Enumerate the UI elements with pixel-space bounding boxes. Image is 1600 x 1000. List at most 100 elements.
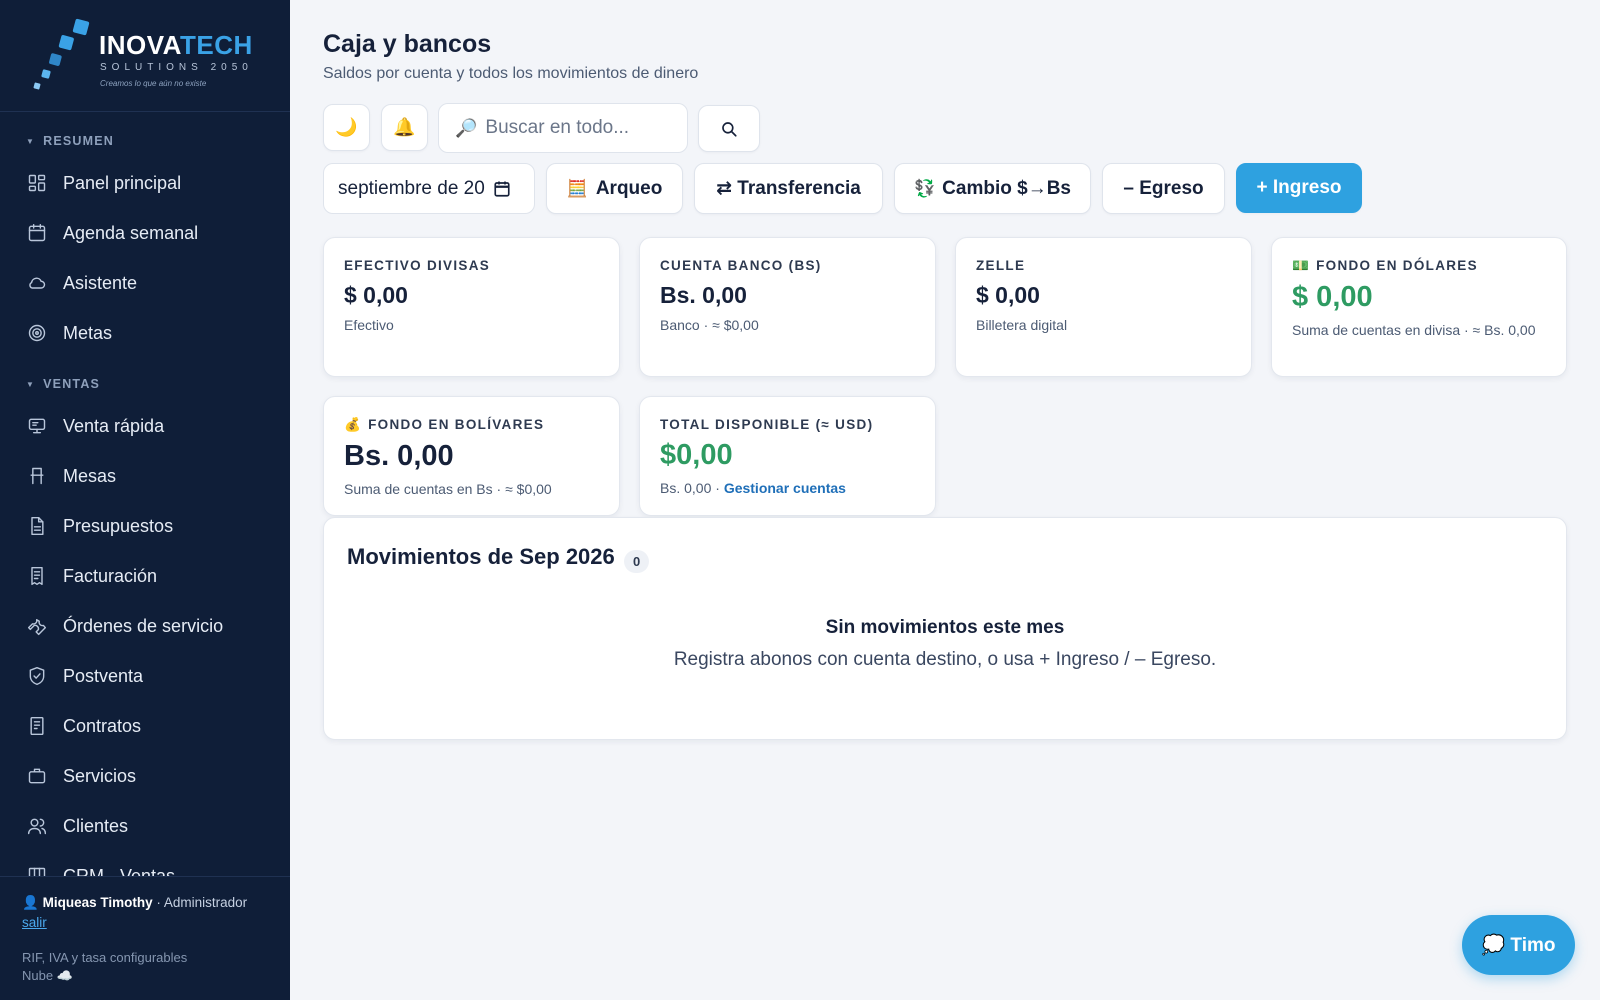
brand-tagline: Creamos lo que aún no existe (100, 79, 207, 88)
calendar-icon[interactable] (493, 180, 511, 198)
user-name: Miqueas Timothy (42, 895, 153, 910)
manage-accounts-link[interactable]: Gestionar cuentas (724, 480, 846, 496)
main-content: Caja y bancos Saldos por cuenta y todos … (290, 0, 1600, 1000)
sidebar-item-label: Servicios (63, 765, 137, 786)
sidebar-item-mesas[interactable]: Mesas (16, 455, 274, 497)
cloud-icon (26, 272, 48, 294)
caret-down-icon: ▼ (26, 137, 36, 146)
caret-down-icon: ▼ (26, 380, 36, 389)
receipt-icon (26, 565, 48, 587)
sidebar-item-label: Postventa (63, 665, 144, 686)
empty-state-title: Sin movimientos este mes (825, 617, 1065, 638)
card-label: TOTAL DISPONIBLE (≈ USD) (660, 417, 874, 432)
sidebar-item-presupuestos[interactable]: Presupuestos (16, 505, 274, 547)
sidebar-item-label: Clientes (63, 815, 129, 836)
cloud-status: Nube ☁️ (22, 968, 73, 983)
sidebar-item-panel-principal[interactable]: Panel principal (16, 162, 274, 204)
sidebar-item-label: Agenda semanal (63, 222, 199, 243)
card-label: CUENTA BANCO (BS) (660, 258, 822, 273)
sidebar: INOVATECH SOLUTIONS 2050 Creamos lo que … (0, 0, 290, 1000)
sidebar-item-ordenes-servicio[interactable]: Órdenes de servicio (16, 605, 274, 647)
card-label: 💰 FONDO EN BOLÍVARES (344, 417, 545, 432)
money-bag-icon: 💰 (344, 417, 363, 432)
ingreso-button[interactable]: + Ingreso (1236, 163, 1362, 213)
briefcase-icon (26, 765, 48, 787)
transfer-button[interactable]: ⇄ Transferencia (694, 163, 883, 214)
account-card-banco[interactable]: CUENTA BANCO (BS) Bs. 0,00 Banco · ≈ $0,… (639, 237, 936, 377)
card-label: 💵 FONDO EN DÓLARES (1292, 258, 1478, 273)
document-icon (26, 515, 48, 537)
sidebar-item-clientes[interactable]: Clientes (16, 805, 274, 847)
kanban-icon (26, 865, 48, 876)
contract-icon (26, 715, 48, 737)
user-icon: 👤 (22, 895, 39, 910)
sidebar-item-facturacion[interactable]: Facturación (16, 555, 274, 597)
sidebar-item-label: Presupuestos (63, 515, 174, 536)
sidebar-item-postventa[interactable]: Postventa (16, 655, 274, 697)
calendar-icon (26, 222, 48, 244)
brand-title: INOVATECH (99, 30, 253, 60)
sidebar-item-label: CRM · Ventas (63, 865, 176, 877)
sidebar-item-label: Asistente (63, 272, 138, 293)
account-card-zelle[interactable]: ZELLE $ 0,00 Billetera digital (955, 237, 1252, 377)
page-title: Caja y bancos (323, 30, 492, 58)
sidebar-item-label: Panel principal (63, 172, 182, 193)
chair-icon (26, 465, 48, 487)
card-value: Bs. 0,00 (344, 440, 454, 472)
search-icon (722, 121, 737, 137)
search-input[interactable] (485, 117, 676, 139)
user-info: 👤 Miqueas Timothy · Administrador (22, 895, 268, 911)
month-picker[interactable]: septiembre de 20 (323, 163, 535, 214)
sidebar-item-label: Órdenes de servicio (63, 615, 224, 636)
target-icon (26, 322, 48, 344)
search-button[interactable] (698, 105, 760, 152)
logout-link[interactable]: salir (22, 915, 47, 930)
card-value: Bs. 0,00 (660, 282, 747, 308)
currency-exchange-icon: 💱 (914, 178, 936, 198)
month-picker-value: septiembre de 20 (338, 177, 485, 199)
section-ventas[interactable]: ▼ VENTAS (26, 377, 100, 391)
exchange-button[interactable]: 💱 Cambio $→Bs (894, 163, 1091, 214)
notifications-button[interactable]: 🔔 (381, 104, 428, 151)
sidebar-item-metas[interactable]: Metas (16, 312, 274, 354)
section-resumen[interactable]: ▼ RESUMEN (26, 134, 114, 148)
arqueo-button[interactable]: 🧮 Arqueo (546, 163, 683, 214)
assistant-chat-button[interactable]: 💭 Timo (1462, 915, 1575, 975)
movements-count-badge: 0 (624, 550, 650, 573)
abacus-icon: 🧮 (566, 178, 588, 198)
fund-card-bs: 💰 FONDO EN BOLÍVARES Bs. 0,00 Suma de cue… (323, 396, 620, 516)
dollar-bill-icon: 💵 (1292, 258, 1311, 273)
account-card-efectivo[interactable]: EFECTIVO DIVISAS $ 0,00 Efectivo (323, 237, 620, 377)
pos-terminal-icon (26, 415, 48, 437)
sidebar-footer: 👤 Miqueas Timothy · Administrador salir … (0, 876, 290, 1000)
user-role: · Administrador (156, 895, 248, 910)
sidebar-item-contratos[interactable]: Contratos (16, 705, 274, 747)
total-available-card: TOTAL DISPONIBLE (≈ USD) $0,00 Bs. 0,00 … (639, 396, 936, 516)
movements-panel: Movimientos de Sep 2026 0 Sin movimiento… (323, 517, 1567, 740)
sidebar-item-crm-ventas[interactable]: CRM · Ventas (16, 855, 274, 876)
sidebar-item-agenda-semanal[interactable]: Agenda semanal (16, 212, 274, 254)
brand-subtitle: SOLUTIONS 2050 (100, 62, 253, 73)
shield-check-icon (26, 665, 48, 687)
empty-state-text: Registra abonos con cuenta destino, o us… (673, 649, 1217, 670)
global-search: 🔎 (438, 103, 688, 153)
sidebar-item-asistente[interactable]: Asistente (16, 262, 274, 304)
theme-toggle-button[interactable]: 🌙 (323, 104, 370, 151)
wrench-icon (26, 615, 48, 637)
fund-card-usd: 💵 FONDO EN DÓLARES $ 0,00 Suma de cuentas… (1271, 237, 1567, 377)
card-note: Suma de cuentas en Bs · ≈ $0,00 (344, 481, 552, 497)
bell-icon: 🔔 (393, 117, 416, 137)
moon-icon: 🌙 (335, 117, 358, 137)
config-note: RIF, IVA y tasa configurables (22, 950, 188, 965)
card-value: $ 0,00 (1292, 281, 1373, 313)
card-note: Billetera digital (976, 317, 1068, 333)
card-label: EFECTIVO DIVISAS (344, 258, 491, 273)
sidebar-item-venta-rapida[interactable]: Venta rápida (16, 405, 274, 447)
egreso-button[interactable]: – Egreso (1102, 163, 1225, 214)
card-label: ZELLE (976, 258, 1026, 273)
movements-title: Movimientos de Sep 2026 (347, 544, 615, 569)
card-value: $ 0,00 (344, 282, 408, 308)
sidebar-item-servicios[interactable]: Servicios (16, 755, 274, 797)
users-icon (26, 815, 48, 837)
brand-logo[interactable]: INOVATECH SOLUTIONS 2050 Creamos lo que … (0, 0, 290, 112)
